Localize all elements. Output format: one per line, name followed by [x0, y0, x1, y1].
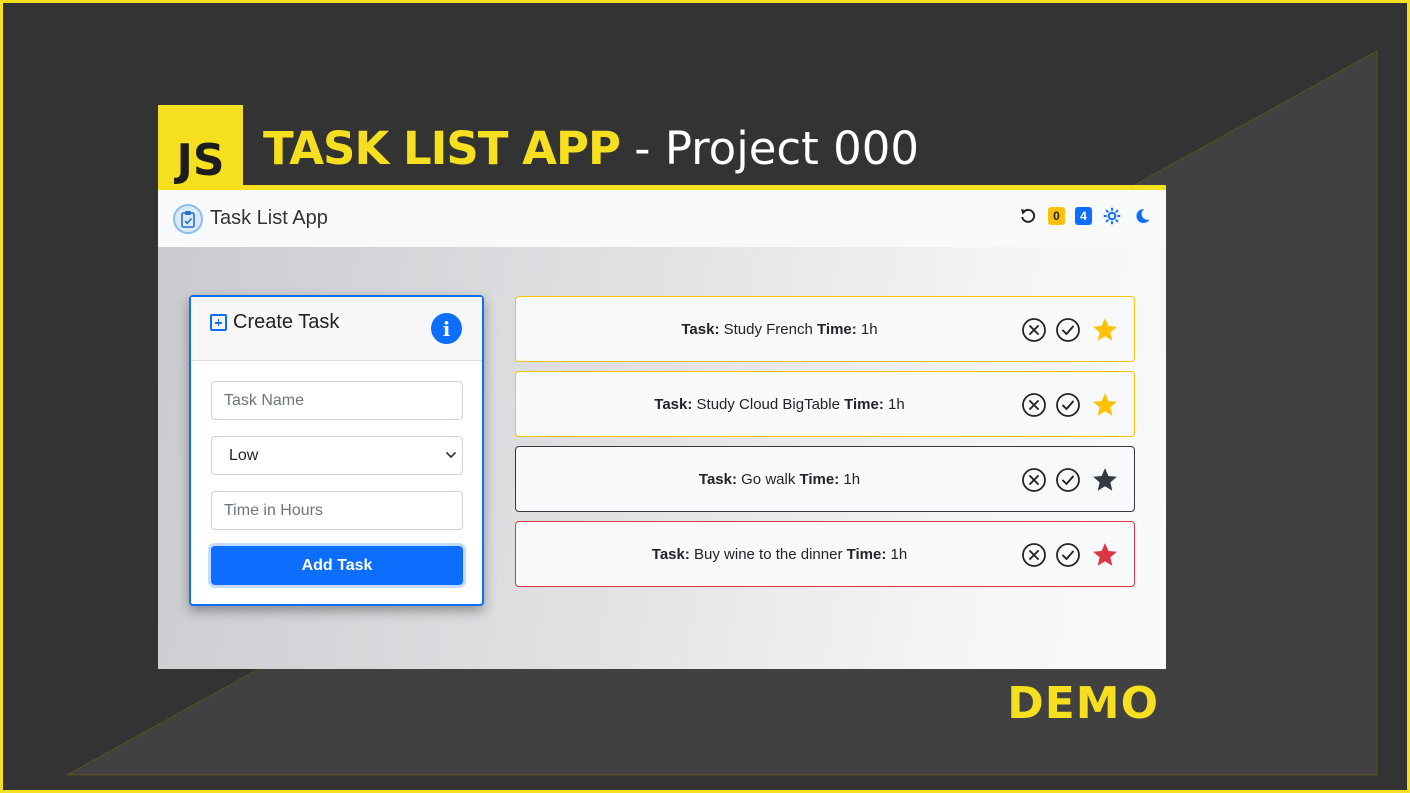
delete-task-icon[interactable]	[1021, 317, 1047, 343]
task-item: Task: Study French Time: 1h	[515, 296, 1135, 362]
task-label: Task:	[698, 470, 737, 488]
time-hours-input[interactable]	[211, 491, 463, 530]
card-title-text: Create Task	[233, 311, 340, 333]
navbar-brand[interactable]: Task List App	[173, 203, 328, 234]
card-title: Create Task	[210, 311, 339, 334]
task-item: Task: Study Cloud BigTable Time: 1h	[515, 371, 1135, 437]
moon-icon[interactable]	[1132, 206, 1152, 226]
time-label: Time:	[846, 545, 887, 563]
navbar: Task List App 0 4	[158, 190, 1166, 247]
time-label: Time:	[844, 395, 884, 413]
task-name: Study Cloud BigTable	[696, 395, 840, 413]
complete-task-icon[interactable]	[1055, 542, 1081, 568]
add-task-button[interactable]: Add Task	[211, 546, 463, 585]
create-task-card: Create Task i Low Add Task	[189, 295, 484, 606]
time-label: Time:	[799, 470, 840, 488]
priority-selected-value: Low	[229, 446, 259, 464]
complete-task-icon[interactable]	[1055, 317, 1081, 343]
brand-name: Task List App	[210, 207, 328, 229]
task-actions	[1021, 391, 1119, 419]
task-name: Study French	[723, 320, 813, 338]
delete-task-icon[interactable]	[1021, 542, 1047, 568]
chevron-down-icon	[446, 452, 456, 458]
star-icon[interactable]	[1091, 316, 1119, 344]
sun-icon[interactable]	[1102, 206, 1122, 226]
undo-icon[interactable]	[1018, 206, 1038, 226]
card-header: Create Task i	[191, 297, 482, 361]
task-text: Task: Study Cloud BigTable Time: 1h	[516, 372, 1043, 436]
star-icon[interactable]	[1091, 466, 1119, 494]
task-text: Task: Buy wine to the dinner Time: 1h	[516, 522, 1043, 586]
task-text: Task: Study French Time: 1h	[516, 297, 1043, 361]
task-name: Buy wine to the dinner	[694, 545, 843, 563]
banner-frame: JS TASK LIST APP - Project 000 Task List…	[0, 0, 1410, 793]
clipboard-check-icon	[173, 203, 203, 234]
task-time: 1h	[843, 470, 861, 488]
banner-title: TASK LIST APP - Project 000	[263, 121, 919, 181]
delete-task-icon[interactable]	[1021, 392, 1047, 418]
banner-title-strong: TASK LIST APP	[263, 122, 621, 175]
app-screenshot: Task List App 0 4 Create Task i Task Nam…	[158, 185, 1166, 669]
info-button[interactable]: i	[431, 313, 462, 344]
total-count-badge: 4	[1075, 207, 1092, 225]
priority-select[interactable]: Low	[211, 436, 463, 475]
task-time: 1h	[888, 395, 905, 413]
task-actions	[1021, 316, 1119, 344]
complete-task-icon[interactable]	[1055, 392, 1081, 418]
task-name: Go walk	[741, 470, 796, 488]
info-icon: i	[442, 316, 451, 341]
js-logo: JS	[158, 105, 243, 187]
star-icon[interactable]	[1091, 541, 1119, 569]
complete-task-icon[interactable]	[1055, 467, 1081, 493]
task-time: 1h	[860, 320, 878, 338]
delete-task-icon[interactable]	[1021, 467, 1047, 493]
pending-count-badge: 0	[1048, 207, 1065, 225]
task-label: Task:	[654, 395, 693, 413]
task-item: Task: Go walk Time: 1h	[515, 446, 1135, 512]
task-name-input[interactable]	[211, 381, 463, 420]
plus-square-icon	[210, 314, 227, 331]
banner-title-rest: - Project 000	[619, 122, 919, 175]
task-actions	[1021, 466, 1119, 494]
task-label: Task:	[681, 320, 720, 338]
demo-label: DEMO	[1007, 678, 1159, 729]
time-label: Time:	[817, 320, 857, 338]
task-text: Task: Go walk Time: 1h	[516, 447, 1043, 511]
task-actions	[1021, 541, 1119, 569]
task-item: Task: Buy wine to the dinner Time: 1h	[515, 521, 1135, 587]
navbar-actions: 0 4	[1018, 206, 1152, 226]
task-label: Task:	[651, 545, 690, 563]
task-time: 1h	[890, 545, 908, 563]
star-icon[interactable]	[1091, 391, 1119, 419]
